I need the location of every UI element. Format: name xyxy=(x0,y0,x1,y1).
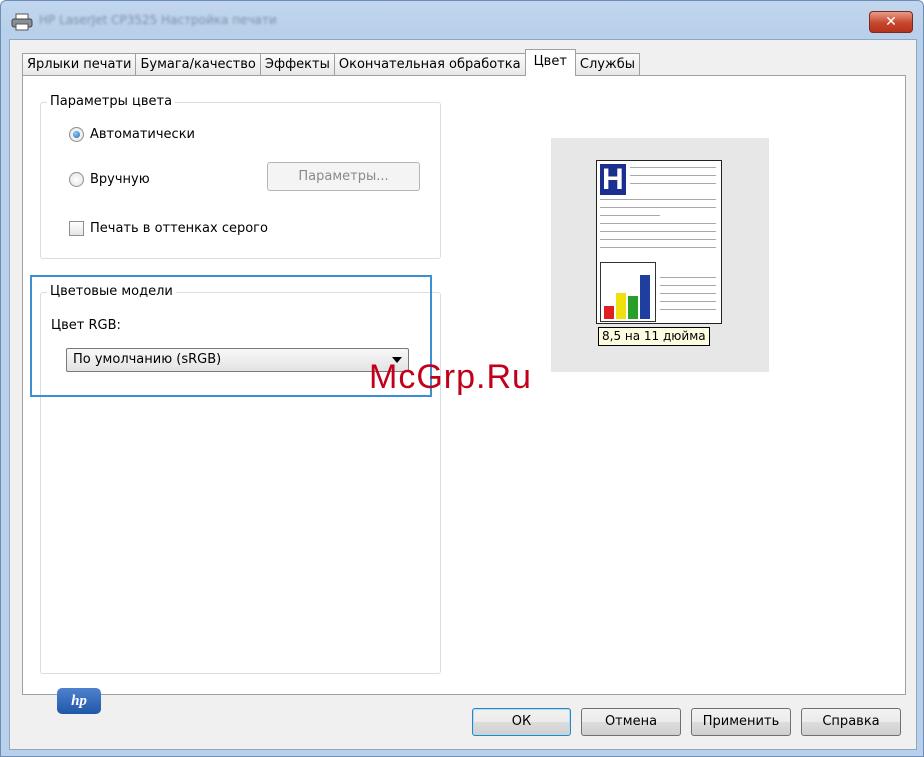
tab-shortcuts[interactable]: Ярлыки печати xyxy=(22,53,137,76)
close-button[interactable]: ✕ xyxy=(869,11,913,33)
preview-line xyxy=(600,223,716,224)
preview-chart-bar xyxy=(604,306,614,319)
ok-button[interactable]: ОК xyxy=(472,708,571,736)
preview-header-block: H xyxy=(600,164,626,195)
manual-radio-row[interactable]: Вручную xyxy=(69,172,150,187)
preview-line xyxy=(600,199,716,200)
tab-color[interactable]: Цвет xyxy=(524,49,576,76)
grayscale-label: Печать в оттенках серого xyxy=(90,221,268,236)
preview-line xyxy=(660,293,716,294)
paper-size-label: 8,5 на 11 дюйма xyxy=(598,327,710,346)
preview-page: H xyxy=(596,160,722,324)
preview-line xyxy=(630,175,716,176)
page-preview: H 8,5 на 11 дюйма xyxy=(551,138,769,372)
preview-header-letter: H xyxy=(602,163,624,196)
preview-line xyxy=(660,301,716,302)
color-options-title: Параметры цвета xyxy=(47,94,176,109)
manual-radio[interactable] xyxy=(69,172,84,187)
preview-line xyxy=(630,167,716,168)
preview-chart-bar xyxy=(640,275,650,319)
tab-strip: Ярлыки печати Бумага/качество Эффекты Ок… xyxy=(22,49,640,76)
preview-line xyxy=(600,215,660,216)
grayscale-checkbox[interactable] xyxy=(69,221,84,236)
manual-radio-label: Вручную xyxy=(90,172,150,187)
grayscale-row[interactable]: Печать в оттенках серого xyxy=(69,221,268,236)
color-options-group: Параметры цвета Автоматически Вручную Па… xyxy=(40,94,441,259)
preview-line xyxy=(600,239,716,240)
apply-button[interactable]: Применить xyxy=(691,708,791,736)
auto-radio-label: Автоматически xyxy=(90,127,196,142)
preview-line xyxy=(660,309,716,310)
preview-chart-bar xyxy=(616,293,626,319)
tab-finishing[interactable]: Окончательная обработка xyxy=(333,53,526,76)
cancel-button[interactable]: Отмена xyxy=(581,708,681,736)
preview-line xyxy=(660,285,716,286)
window-title: HP LaserJet CP3525 Настройка печати xyxy=(39,13,277,27)
preview-line xyxy=(600,207,716,208)
help-button[interactable]: Справка xyxy=(801,708,901,736)
preview-line xyxy=(630,183,716,184)
preview-chart-icon xyxy=(600,262,656,322)
tab-paper-quality[interactable]: Бумага/качество xyxy=(135,53,261,76)
tab-effects[interactable]: Эффекты xyxy=(259,53,335,76)
preview-line xyxy=(600,247,716,248)
preview-line xyxy=(660,277,716,278)
color-settings-button[interactable]: Параметры... xyxy=(267,162,420,191)
preview-chart-bar xyxy=(628,296,638,319)
auto-radio[interactable] xyxy=(69,127,84,142)
title-bar: HP LaserJet CP3525 Настройка печати ✕ xyxy=(1,1,923,39)
printer-icon xyxy=(11,13,33,31)
hp-logo: hp xyxy=(57,688,101,714)
auto-radio-row[interactable]: Автоматически xyxy=(69,127,195,142)
preview-line xyxy=(600,231,716,232)
watermark-text: McGrp.Ru xyxy=(369,358,532,396)
tab-services[interactable]: Службы xyxy=(574,53,640,76)
